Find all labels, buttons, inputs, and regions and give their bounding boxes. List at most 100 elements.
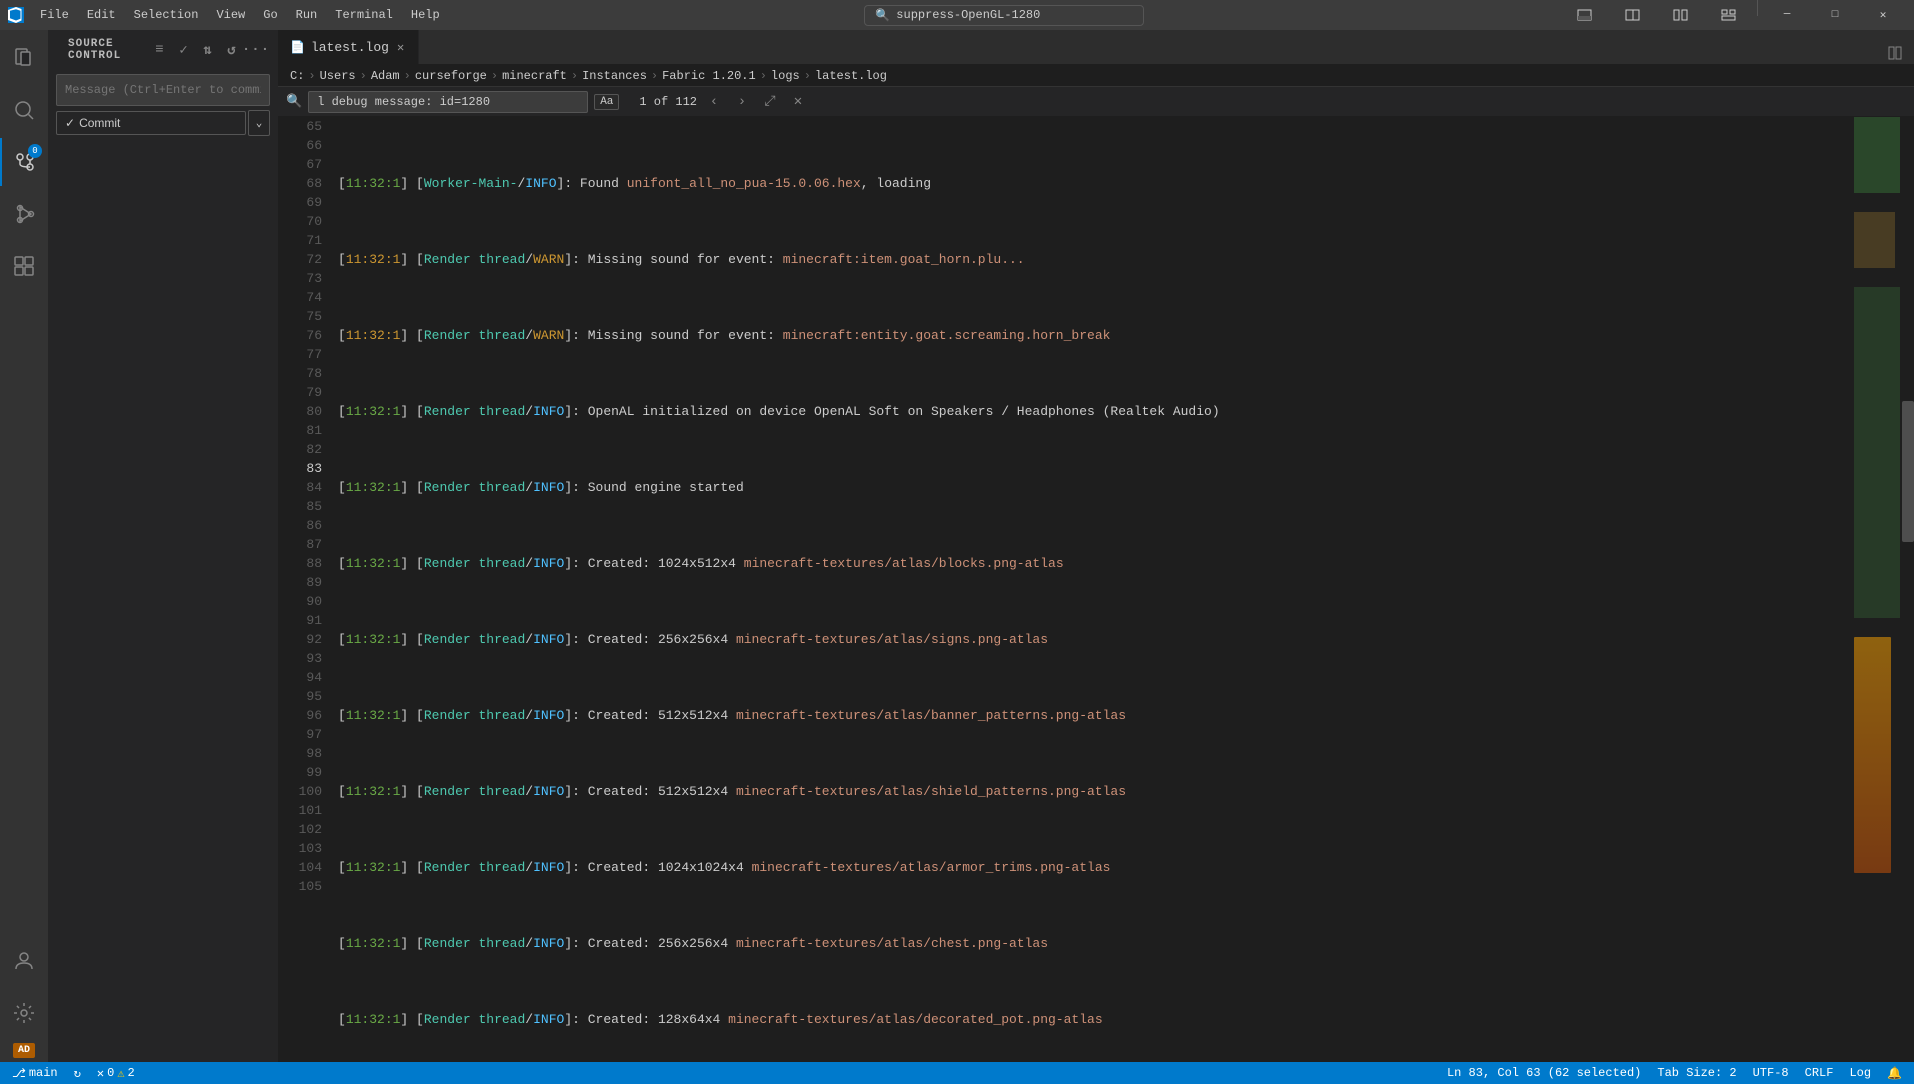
commit-chevron-button[interactable]: ⌄: [248, 110, 270, 136]
status-notifications[interactable]: 🔔: [1883, 1062, 1906, 1084]
commit-label: Commit: [79, 116, 120, 130]
menu-help[interactable]: Help: [403, 6, 448, 24]
line-num-86: 86: [278, 516, 322, 535]
line-num-79: 79: [278, 383, 322, 402]
menu-file[interactable]: File: [32, 6, 77, 24]
minimap[interactable]: [1854, 117, 1914, 1062]
status-language[interactable]: Log: [1845, 1062, 1875, 1084]
line-num-76: 76: [278, 326, 322, 345]
search-icon: 🔍: [875, 8, 890, 23]
activity-settings[interactable]: [0, 989, 48, 1037]
minimap-scrollbar-thumb[interactable]: [1902, 401, 1914, 543]
commit-message-input[interactable]: [56, 74, 270, 106]
breadcrumb-file[interactable]: latest.log: [815, 69, 887, 83]
search-icon: 🔍: [286, 94, 302, 109]
menu-terminal[interactable]: Terminal: [327, 6, 401, 24]
table-row: [11:32:1] [Render thread/INFO]: Created:…: [338, 554, 1854, 573]
line-num-103: 103: [278, 839, 322, 858]
status-bar: ⎇ main ↻ ✕ 0 ⚠ 2 Ln 83, Col 63 (62 selec…: [0, 1062, 1914, 1084]
line-num-96: 96: [278, 706, 322, 725]
sidebar-refresh-icon[interactable]: ↺: [222, 40, 242, 60]
minimap-scrollbar-track[interactable]: [1902, 117, 1914, 1062]
menu-go[interactable]: Go: [255, 6, 285, 24]
line-num-87: 87: [278, 535, 322, 554]
menu-view[interactable]: View: [208, 6, 253, 24]
line-num-105: 105: [278, 877, 322, 896]
activity-source-control[interactable]: 0: [0, 138, 48, 186]
line-num-72: 72: [278, 250, 322, 269]
line-num-68: 68: [278, 174, 322, 193]
search-box[interactable]: 🔍 suppress-OpenGL-1280: [864, 5, 1144, 26]
layout-toggle-icon[interactable]: [1609, 0, 1655, 30]
commit-button[interactable]: ✓ Commit: [56, 111, 246, 135]
line-num-85: 85: [278, 497, 322, 516]
find-prev-button[interactable]: ‹: [703, 91, 725, 113]
case-sensitive-btn[interactable]: Aa: [594, 94, 619, 110]
line-num-84: 84: [278, 478, 322, 497]
line-num-75: 75: [278, 307, 322, 326]
activity-account[interactable]: [0, 937, 48, 985]
line-num-81: 81: [278, 421, 322, 440]
code-editor[interactable]: 65 66 67 68 69 70 71 72 73 74 75 76 77 7…: [278, 117, 1914, 1062]
find-close-button[interactable]: ✕: [787, 91, 809, 113]
line-numbers: 65 66 67 68 69 70 71 72 73 74 75 76 77 7…: [278, 117, 330, 1062]
sidebar-list-icon[interactable]: ≡: [150, 40, 170, 60]
minimize-button[interactable]: ─: [1764, 0, 1810, 30]
table-row: [11:32:1] [Render thread/INFO]: Created:…: [338, 630, 1854, 649]
status-encoding[interactable]: UTF-8: [1749, 1062, 1793, 1084]
tab-close-button[interactable]: ✕: [395, 40, 406, 55]
status-line-ending[interactable]: CRLF: [1801, 1062, 1838, 1084]
split-editor-right-icon[interactable]: [1884, 42, 1906, 64]
breadcrumb-adam[interactable]: Adam: [371, 69, 400, 83]
breadcrumb-c[interactable]: C:: [290, 69, 304, 83]
line-num-95: 95: [278, 687, 322, 706]
menu-selection[interactable]: Selection: [126, 6, 207, 24]
tab-size-text: Tab Size: 2: [1657, 1066, 1736, 1080]
status-position[interactable]: Ln 83, Col 63 (62 selected): [1443, 1062, 1645, 1084]
minimap-line-group-3: [1854, 287, 1900, 618]
main-area: 0 AD Source Control ≡ ✓ ⇅ ↺: [0, 30, 1914, 1062]
status-sync[interactable]: ↻: [70, 1062, 85, 1084]
tab-label: latest.log: [311, 40, 389, 55]
bell-icon: 🔔: [1887, 1066, 1902, 1081]
breadcrumb-fabric[interactable]: Fabric 1.20.1: [662, 69, 756, 83]
menu-run[interactable]: Run: [288, 6, 326, 24]
commit-area: ✓ Commit ⌄: [48, 66, 278, 144]
breadcrumb-curseforge[interactable]: curseforge: [415, 69, 487, 83]
line-num-73: 73: [278, 269, 322, 288]
breadcrumb-users[interactable]: Users: [320, 69, 356, 83]
sidebar-check-icon[interactable]: ✓: [174, 40, 194, 60]
activity-extensions[interactable]: [0, 242, 48, 290]
activity-bar: 0 AD: [0, 30, 48, 1062]
breadcrumb-instances[interactable]: Instances: [582, 69, 647, 83]
activity-explorer[interactable]: [0, 34, 48, 82]
tab-bar-actions: [1876, 42, 1914, 64]
code-lines[interactable]: [11:32:1] [Worker-Main-/INFO]: Found uni…: [330, 117, 1854, 1062]
window-controls: ─ □ ✕: [1561, 0, 1906, 30]
status-branch[interactable]: ⎇ main: [8, 1062, 62, 1084]
find-input[interactable]: [308, 91, 588, 113]
find-expand-button[interactable]: ⤢: [759, 91, 781, 113]
activity-run-debug[interactable]: [0, 190, 48, 238]
close-button[interactable]: ✕: [1860, 0, 1906, 30]
find-next-button[interactable]: ›: [731, 91, 753, 113]
minimap-line-group-2: [1854, 212, 1895, 269]
source-control-badge: 0: [28, 144, 42, 158]
sidebar-sync-icon[interactable]: ⇅: [198, 40, 218, 60]
menu-edit[interactable]: Edit: [79, 6, 124, 24]
line-num-74: 74: [278, 288, 322, 307]
line-num-82: 82: [278, 440, 322, 459]
maximize-button[interactable]: □: [1812, 0, 1858, 30]
sidebar-more-icon[interactable]: ···: [246, 40, 266, 60]
panel-toggle-icon[interactable]: [1561, 0, 1607, 30]
status-errors[interactable]: ✕ 0 ⚠ 2: [93, 1062, 139, 1084]
activity-search[interactable]: [0, 86, 48, 134]
divider: [1757, 0, 1758, 16]
find-bar: 🔍 Aa 1 of 112 ‹ › ⤢ ✕: [278, 87, 1914, 117]
breadcrumb-minecraft[interactable]: minecraft: [502, 69, 567, 83]
tab-latest-log[interactable]: 📄 latest.log ✕: [278, 30, 419, 64]
customize-layout-icon[interactable]: [1705, 0, 1751, 30]
split-editor-icon[interactable]: [1657, 0, 1703, 30]
status-tab-size[interactable]: Tab Size: 2: [1653, 1062, 1740, 1084]
breadcrumb-logs[interactable]: logs: [771, 69, 800, 83]
